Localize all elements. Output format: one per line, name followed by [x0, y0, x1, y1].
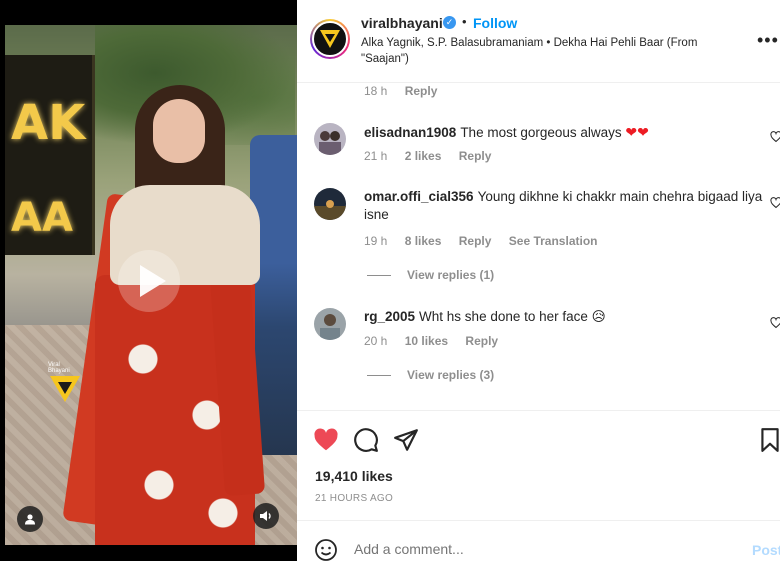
reply-button[interactable]: Reply [465, 334, 498, 348]
comment-body: omar.offi_cial356 Young dikhne ki chakkr … [364, 188, 764, 224]
post-media[interactable]: AK AA Viral Bhayani [0, 0, 297, 561]
view-replies-button[interactable]: View replies (1) [367, 268, 494, 282]
comment-likes[interactable]: 8 likes [405, 234, 442, 248]
comment-meta: 20 h 10 likes Reply [364, 334, 498, 348]
audio-attribution[interactable]: Alka Yagnik, S.P. Balasubramaniam • Dekh… [361, 36, 721, 67]
post-panel: viralbhayani ✓ • Follow Alka Yagnik, S.P… [297, 0, 780, 561]
post-comment-button[interactable]: Post [752, 542, 780, 558]
play-icon[interactable] [118, 250, 180, 312]
see-translation-button[interactable]: See Translation [509, 234, 598, 248]
post-header: viralbhayani ✓ • Follow Alka Yagnik, S.P… [297, 0, 780, 83]
comment-likes[interactable]: 2 likes [405, 149, 442, 163]
post-username[interactable]: viralbhayani [361, 15, 443, 31]
comment-icon[interactable] [353, 427, 379, 453]
comment-emoji: ❤❤ [625, 124, 649, 140]
comment-text: The most gorgeous always [460, 125, 622, 140]
heart-filled-icon[interactable] [313, 427, 339, 453]
heart-outline-icon[interactable] [770, 197, 780, 209]
comment-likes[interactable]: 10 likes [405, 334, 448, 348]
comment-text: Wht hs she done to her face [419, 309, 588, 324]
comment-meta: 19 h 8 likes Reply See Translation [364, 234, 597, 248]
separator-dot: • [462, 14, 467, 29]
comment-body: rg_2005 Wht hs she done to her face 😥 [364, 308, 764, 326]
follow-button[interactable]: Follow [473, 15, 517, 31]
comment-emoji: 😥 [591, 309, 606, 324]
background-sign: AK AA [5, 55, 95, 255]
verified-badge-icon: ✓ [443, 16, 456, 29]
comment-username[interactable]: omar.offi_cial356 [364, 189, 474, 204]
comment-username[interactable]: elisadnan1908 [364, 125, 456, 140]
comment-username[interactable]: rg_2005 [364, 309, 415, 324]
reply-button[interactable]: Reply [459, 234, 492, 248]
comment-time: 19 h [364, 234, 388, 248]
post-actions: 19,410 likes 21 HOURS AGO [297, 410, 780, 520]
post-timestamp: 21 HOURS AGO [315, 493, 394, 504]
watermark-icon [50, 376, 80, 402]
likes-count[interactable]: 19,410 likes [315, 468, 393, 484]
comment-time: 18 h [364, 84, 388, 98]
emoji-icon[interactable] [314, 538, 338, 561]
previous-comment-meta: 18 h Reply [364, 84, 437, 98]
sign-text-1: AK [11, 95, 86, 151]
comments-list[interactable]: 18 h Reply elisadnan1908 The most gorgeou… [297, 84, 780, 410]
watermark-text: Viral Bhayani [48, 362, 70, 374]
subject-face [153, 99, 205, 163]
avatar[interactable] [314, 188, 346, 220]
subject-woman [62, 85, 275, 545]
comment-composer: Post [297, 520, 780, 561]
comment-time: 20 h [364, 334, 388, 348]
reply-button[interactable]: Reply [459, 149, 492, 163]
avatar[interactable] [310, 19, 350, 59]
audio-toggle-icon[interactable] [253, 503, 279, 529]
comment-meta: 21 h 2 likes Reply [364, 149, 491, 163]
brand-logo-icon [320, 30, 340, 48]
avatar[interactable] [314, 123, 346, 155]
comment-input[interactable] [354, 541, 694, 557]
bookmark-icon[interactable] [757, 427, 780, 453]
tagged-user-icon[interactable] [17, 506, 43, 532]
comment-time: 21 h [364, 149, 388, 163]
reply-button[interactable]: Reply [405, 84, 438, 98]
comment-body: elisadnan1908 The most gorgeous always ❤❤ [364, 123, 764, 142]
more-options-icon[interactable]: ••• [757, 30, 779, 51]
heart-outline-icon[interactable] [770, 317, 780, 329]
avatar[interactable] [314, 308, 346, 340]
view-replies-button[interactable]: View replies (3) [367, 368, 494, 382]
heart-outline-icon[interactable] [770, 131, 780, 143]
watermark-logo: Viral Bhayani [48, 362, 82, 402]
sign-text-2: AA [11, 195, 73, 241]
share-icon[interactable] [393, 427, 419, 453]
